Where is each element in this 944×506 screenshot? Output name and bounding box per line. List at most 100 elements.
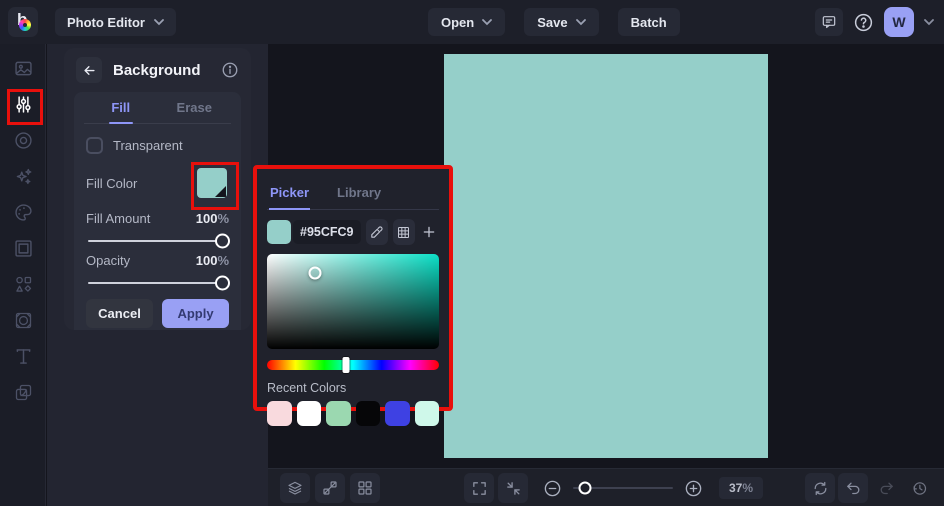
hex-input[interactable]: #95CFC9 (293, 220, 361, 244)
chevron-down-icon (154, 18, 164, 25)
content: Background Fill Erase Transparent Fill C… (0, 44, 944, 506)
info-icon (222, 62, 238, 78)
recent-color-swatch[interactable] (326, 401, 351, 426)
sv-cursor[interactable] (308, 266, 322, 280)
feedback-button[interactable] (815, 8, 843, 36)
recent-color-swatch[interactable] (385, 401, 410, 426)
topbar-center-actions: Open Save Batch (428, 8, 680, 36)
opacity-slider[interactable] (88, 275, 230, 291)
open-label: Open (441, 14, 475, 30)
eyedropper-button[interactable] (365, 219, 388, 245)
zoom-slider[interactable] (573, 481, 673, 495)
help-button[interactable] (853, 12, 874, 33)
tab-fill[interactable]: Fill (84, 92, 158, 123)
fill-amount-slider[interactable] (88, 233, 230, 249)
photo-editor-menu-button[interactable]: Photo Editor (55, 8, 176, 36)
undo-button[interactable] (838, 473, 868, 503)
fill-amount-label: Fill Amount (86, 211, 151, 226)
hue-slider-handle[interactable] (342, 357, 350, 373)
frame-icon (14, 239, 32, 257)
panel-body: Fill Erase Transparent Fill Color Fill A… (74, 92, 241, 330)
bottom-toolbar-center: 37% (464, 473, 764, 503)
fill-color-swatch[interactable] (197, 168, 227, 198)
open-button[interactable]: Open (428, 8, 506, 36)
rail-item-adjust[interactable] (0, 86, 46, 125)
overlays-icon (15, 384, 31, 400)
fill-amount-row: Fill Amount 100% (86, 211, 230, 249)
history-button[interactable] (904, 473, 934, 503)
recent-color-swatch[interactable] (296, 401, 321, 426)
tab-library[interactable]: Library (336, 179, 382, 209)
back-button[interactable] (76, 57, 102, 83)
rail-item-overlays[interactable] (0, 374, 46, 410)
fill-color-row: Fill Color (86, 162, 239, 210)
fill-amount-slider-handle[interactable] (215, 233, 230, 249)
panel-column: Background Fill Erase Transparent Fill C… (47, 44, 268, 506)
rail-item-touchup[interactable] (0, 122, 46, 158)
photo-editor-label: Photo Editor (67, 14, 145, 30)
rail-item-image[interactable] (0, 50, 46, 86)
opacity-slider-handle[interactable] (215, 275, 230, 291)
rail-item-ornate-frame[interactable] (0, 302, 46, 338)
transparent-checkbox[interactable] (86, 137, 103, 154)
tab-picker[interactable]: Picker (269, 179, 311, 210)
fit-screen-button[interactable] (498, 473, 528, 503)
topbar: b Photo Editor Open Save Batch W (0, 0, 944, 44)
reset-button[interactable] (805, 473, 835, 503)
recent-colors-row (267, 401, 439, 426)
rail-item-graphics[interactable] (0, 266, 46, 302)
zoom-level-badge[interactable]: 37% (719, 477, 764, 499)
apply-button[interactable]: Apply (162, 299, 229, 328)
back-arrow-icon (83, 65, 95, 75)
recent-color-swatch[interactable] (355, 401, 380, 426)
image-canvas[interactable] (444, 54, 768, 458)
layers-button[interactable] (280, 473, 310, 503)
eyedropper-icon (371, 225, 383, 238)
add-color-button[interactable] (419, 219, 439, 245)
fullscreen-icon (472, 481, 486, 495)
bottom-toolbar: 37% (268, 468, 944, 506)
saturation-value-picker[interactable] (267, 254, 439, 349)
recent-color-swatch[interactable] (414, 401, 439, 426)
reset-icon (814, 481, 826, 495)
chevron-down-icon (575, 18, 586, 25)
transform-icon (323, 481, 337, 495)
rail-item-frames[interactable] (0, 230, 46, 266)
recent-color-swatch[interactable] (267, 401, 292, 426)
save-label: Save (537, 14, 568, 30)
tab-erase[interactable]: Erase (158, 92, 232, 123)
grid-view-button[interactable] (350, 473, 380, 503)
redo-icon (880, 482, 893, 494)
ornate-frame-icon (15, 312, 31, 328)
account-chevron-down-icon[interactable] (924, 18, 934, 26)
cancel-button[interactable]: Cancel (86, 299, 153, 328)
info-button[interactable] (221, 61, 239, 79)
batch-button[interactable]: Batch (617, 8, 680, 36)
fullscreen-button[interactable] (464, 473, 494, 503)
chevron-down-icon (482, 18, 493, 25)
graphics-shapes-icon (15, 276, 31, 292)
hue-slider[interactable] (267, 357, 439, 373)
batch-label: Batch (630, 14, 667, 30)
logo-color-wheel-icon (19, 19, 31, 31)
save-button[interactable]: Save (524, 8, 599, 36)
opacity-value: 100% (195, 253, 229, 268)
eye-icon (14, 131, 32, 149)
zoom-in-button[interactable] (684, 479, 703, 498)
rail-item-artsy[interactable] (0, 194, 46, 230)
picker-tabs: Picker Library (267, 175, 439, 210)
fit-screen-icon (506, 481, 520, 495)
user-avatar[interactable]: W (884, 7, 914, 37)
zoom-slider-handle[interactable] (578, 481, 592, 495)
adjust-sliders-icon (15, 95, 31, 113)
transform-button[interactable] (315, 473, 345, 503)
artsy-palette-icon (14, 203, 32, 221)
app-logo[interactable]: b (8, 7, 38, 37)
color-grid-button[interactable] (392, 219, 415, 245)
rail-item-text[interactable] (0, 338, 46, 374)
zoom-in-icon (685, 480, 702, 496)
rail-item-effects[interactable] (0, 158, 46, 194)
zoom-out-button[interactable] (543, 479, 562, 498)
redo-button[interactable] (871, 473, 901, 503)
opacity-label: Opacity (86, 253, 131, 268)
